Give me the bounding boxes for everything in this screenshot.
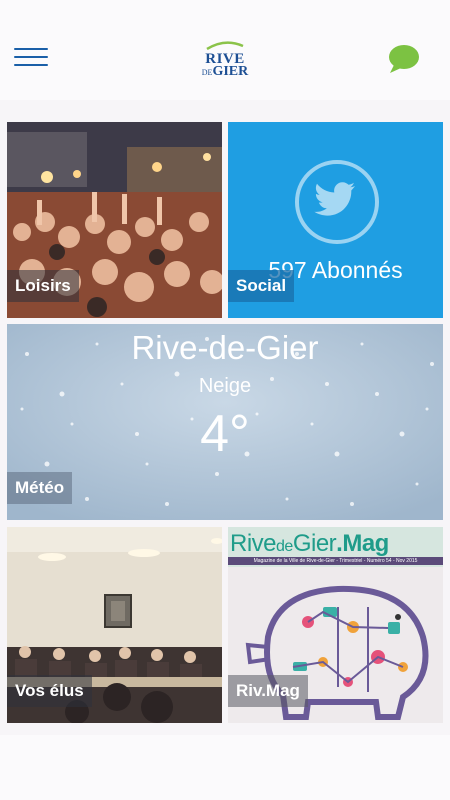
rive-de-gier-logo: RIVE DEGIER [195, 40, 255, 80]
cover-title-gier: Gier [292, 530, 337, 557]
logo-text-de: DE [201, 68, 213, 77]
tile-mag[interactable]: RivedeGier.Mag Magazine de la Ville de R… [228, 527, 443, 723]
cover-title-mag: .Mag [336, 530, 389, 557]
logo-text-gier-word: GIER [212, 64, 249, 79]
tile-label-meteo: Météo [7, 472, 73, 504]
magazine-cover-title: RivedeGier.Mag [230, 531, 389, 560]
magazine-cover-subtitle: Magazine de la Ville de Rive-de-Gier - T… [228, 557, 443, 565]
tile-label-elus: Vos élus [7, 675, 92, 707]
logo-swoosh-icon [206, 41, 244, 50]
logo-text-gier: DEGIER [195, 65, 255, 80]
app-header: RIVE DEGIER [0, 0, 450, 100]
cover-title-de: de [276, 538, 293, 555]
tile-label-social: Social [228, 270, 295, 302]
tile-loisirs[interactable]: Loisirs [7, 122, 222, 318]
tile-social[interactable]: 597 Abonnés Social [228, 122, 443, 318]
tile-elus[interactable]: Vos élus [7, 527, 222, 723]
hamburger-menu-icon[interactable] [14, 48, 50, 68]
tile-label-loisirs: Loisirs [7, 270, 79, 302]
chat-bubble-icon[interactable] [386, 44, 420, 74]
bottom-spacer [0, 735, 450, 800]
tile-meteo[interactable]: Rive-de-Gier Neige 4° Météo [7, 324, 443, 520]
meteo-temperature: 4° [200, 405, 250, 463]
twitter-bird-icon [314, 182, 355, 216]
meteo-city: Rive-de-Gier [131, 329, 319, 366]
tile-label-mag: Riv.Mag [228, 675, 308, 707]
meteo-condition: Neige [198, 375, 252, 397]
cover-title-rive: Rive [230, 530, 277, 557]
